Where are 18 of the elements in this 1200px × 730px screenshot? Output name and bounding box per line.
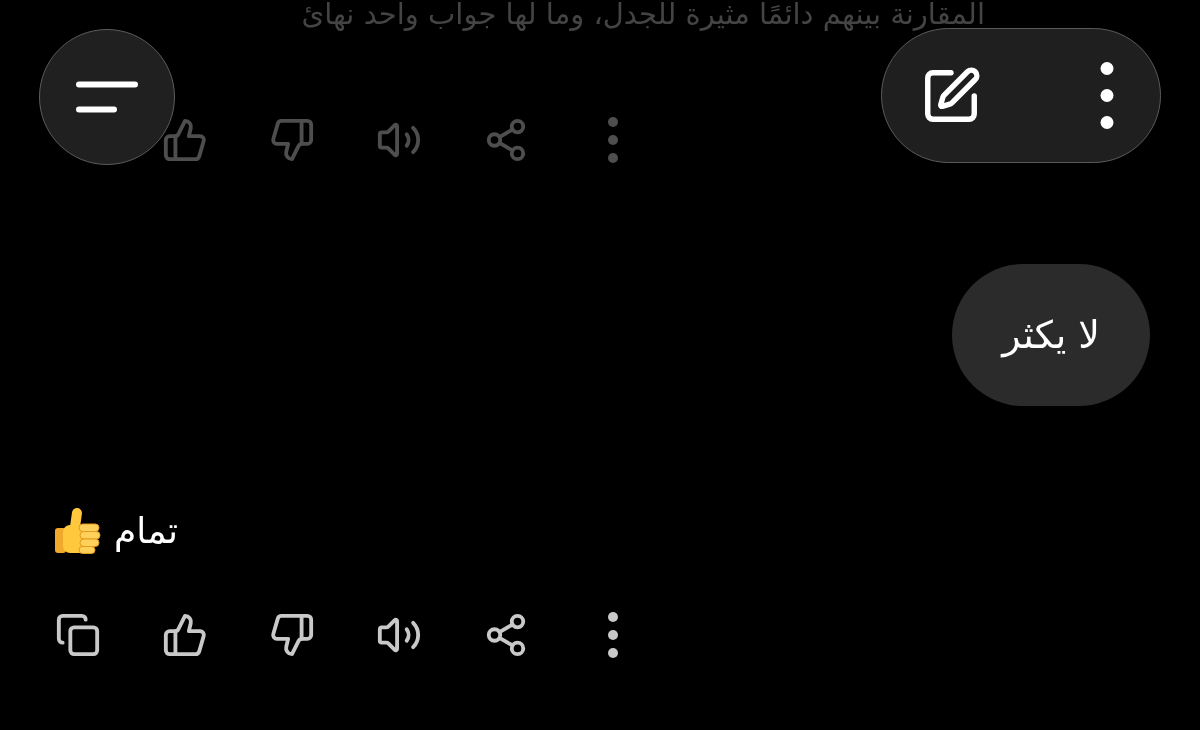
- more-options-button[interactable]: [1100, 61, 1114, 130]
- thumbs-up-button[interactable]: [161, 611, 209, 659]
- more-icon: [1100, 61, 1114, 130]
- copy-icon: [55, 612, 101, 658]
- thumbs-down-button[interactable]: [268, 611, 316, 659]
- thumbs-up-button[interactable]: [161, 116, 209, 164]
- assistant-message-text: تمام: [114, 509, 179, 554]
- thumbs-up-icon: [162, 117, 208, 163]
- thumbs-up-emoji-icon: [54, 507, 102, 555]
- more-icon: [607, 117, 619, 163]
- menu-icon: [76, 81, 138, 113]
- copy-button[interactable]: [54, 611, 102, 659]
- more-icon: [607, 612, 619, 658]
- thumbs-down-icon: [269, 117, 315, 163]
- thumbs-up-icon: [162, 612, 208, 658]
- user-message-bubble: لا يكثر: [952, 264, 1150, 406]
- thumbs-down-button[interactable]: [268, 116, 316, 164]
- thumbs-down-icon: [269, 612, 315, 658]
